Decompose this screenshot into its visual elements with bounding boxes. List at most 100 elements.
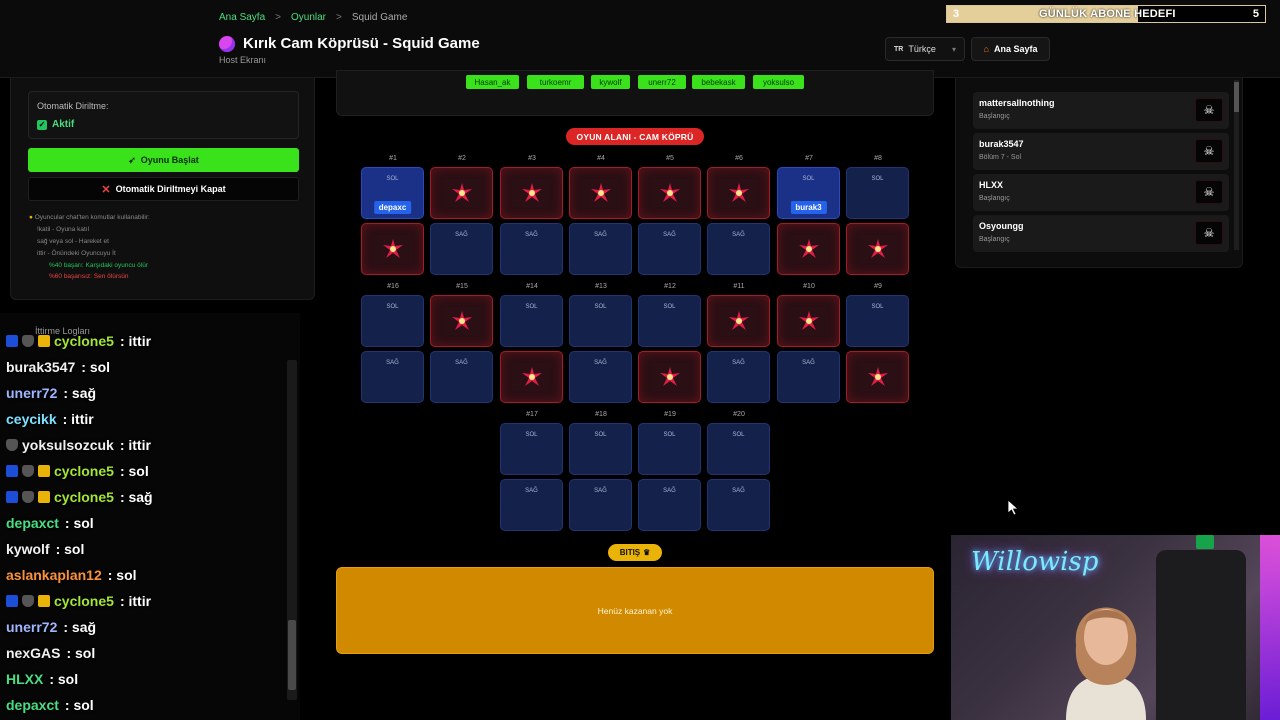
player-name: HLXX bbox=[979, 180, 1004, 190]
subscriber-goal-current: 3 bbox=[953, 8, 960, 20]
home-button[interactable]: ⌂ Ana Sayfa bbox=[971, 37, 1050, 61]
glass-tile-broken bbox=[707, 295, 770, 347]
tile-number: #9 bbox=[874, 283, 882, 290]
glass-tile: SOL burak3 bbox=[777, 167, 840, 219]
chat-username[interactable]: unerr72 bbox=[6, 619, 57, 635]
chat-username[interactable]: HLXX bbox=[6, 671, 43, 687]
disable-auto-revive-button[interactable]: ✕ Otomatik Diriltmeyi Kapat bbox=[28, 177, 299, 201]
tile-number: #20 bbox=[733, 411, 745, 418]
tile-side-label: SAĞ bbox=[732, 232, 745, 238]
tile-side-label: SOL bbox=[594, 304, 607, 310]
glass-tile-broken bbox=[777, 223, 840, 275]
lightbulb-icon: ● bbox=[29, 214, 33, 221]
tile-side-label: SOL bbox=[663, 432, 676, 438]
chat-username[interactable]: unerr72 bbox=[6, 385, 57, 401]
player-status: Başlangıç bbox=[979, 113, 1010, 120]
eliminate-player-button[interactable]: ☠ bbox=[1195, 139, 1223, 163]
eliminate-player-button[interactable]: ☠ bbox=[1195, 180, 1223, 204]
glass-tile: SOL bbox=[500, 295, 563, 347]
tile-side-label: SAĞ bbox=[732, 488, 745, 494]
chat-username[interactable]: yoksulsozcuk bbox=[22, 437, 114, 453]
auto-revive-box: Otomatik Diriltme: ✓ Aktif bbox=[28, 91, 299, 139]
chat-username[interactable]: cyclone5 bbox=[54, 593, 114, 609]
subscriber-goal-label: GÜNLÜK ABONE HEDEFI bbox=[1039, 8, 1176, 20]
chat-text: : ittir bbox=[119, 593, 152, 609]
chat-username[interactable]: burak3547 bbox=[6, 359, 75, 375]
glass-tile: SAĞ bbox=[638, 223, 701, 275]
breadcrumb-home-link[interactable]: Ana Sayfa bbox=[219, 12, 265, 23]
chat-text: : sol bbox=[66, 645, 96, 661]
shatter-icon bbox=[728, 183, 749, 203]
glass-tile: SOL bbox=[361, 295, 424, 347]
chat-text: : sağ bbox=[63, 385, 97, 401]
help-line: sağ veya sol - Hareket et bbox=[37, 238, 109, 245]
chat-username[interactable]: depaxct bbox=[6, 697, 59, 713]
chat-username[interactable]: nexGAS bbox=[6, 645, 60, 661]
chat-scrollbar-thumb[interactable] bbox=[288, 620, 296, 690]
shatter-icon bbox=[798, 239, 819, 259]
chat-overlay: İttirme Logları cyclone5: ittir burak3547… bbox=[0, 313, 300, 720]
glass-tile: SAĞ bbox=[707, 223, 770, 275]
queue-chip: unerr72 bbox=[638, 75, 686, 89]
glass-tile-broken bbox=[846, 223, 909, 275]
mouse-cursor-icon bbox=[1008, 500, 1020, 516]
shatter-icon bbox=[590, 183, 611, 203]
skull-icon: ☠ bbox=[1203, 226, 1215, 240]
checkbox-icon[interactable]: ✓ bbox=[37, 119, 47, 130]
chat-username[interactable]: cyclone5 bbox=[54, 463, 114, 479]
glass-tile: SAĞ bbox=[361, 351, 424, 403]
chat-text: : sol bbox=[55, 541, 85, 557]
chat-message: cyclone5: ittir bbox=[6, 333, 151, 349]
glass-tile: SOL depaxc bbox=[361, 167, 424, 219]
player-list-scrollbar[interactable] bbox=[1234, 80, 1239, 250]
chat-username[interactable]: depaxct bbox=[6, 515, 59, 531]
chat-message: nexGAS : sol bbox=[6, 645, 95, 661]
glass-tile: SAĞ bbox=[430, 351, 493, 403]
player-name: burak3547 bbox=[979, 139, 1024, 149]
player-status: Başlangıç bbox=[979, 195, 1010, 202]
command-help-title: ● Oyuncular chat'ten komutlar kullanabil… bbox=[29, 212, 299, 224]
winner-text: Henüz kazanan yok bbox=[597, 606, 673, 616]
chat-username[interactable]: cyclone5 bbox=[54, 333, 114, 349]
glass-tile-broken bbox=[430, 295, 493, 347]
glass-tile: SAĞ bbox=[707, 351, 770, 403]
player-list-scrollbar-thumb[interactable] bbox=[1234, 82, 1239, 112]
chat-username[interactable]: aslankaplan12 bbox=[6, 567, 102, 583]
eliminate-player-button[interactable]: ☠ bbox=[1195, 98, 1223, 122]
chat-text: : sol bbox=[49, 671, 79, 687]
chat-message: yoksulsozcuk: ittir bbox=[6, 437, 151, 453]
glass-tile: SAĞ bbox=[430, 223, 493, 275]
winner-box: Henüz kazanan yok bbox=[336, 567, 934, 654]
player-row: mattersallnothing Başlangıç ☠ bbox=[973, 92, 1229, 129]
flag-icon: TR bbox=[894, 45, 904, 53]
chat-username[interactable]: cyclone5 bbox=[54, 489, 114, 505]
queue-chip: bebekask bbox=[692, 75, 745, 89]
glass-tile: SAĞ bbox=[569, 351, 632, 403]
chat-username[interactable]: kywolf bbox=[6, 541, 50, 557]
auto-revive-label: Otomatik Diriltme: bbox=[37, 101, 109, 111]
chat-username[interactable]: ceycikk bbox=[6, 411, 57, 427]
squid-icon bbox=[219, 35, 235, 52]
game-area-title: OYUN ALANI - CAM KÖPRÜ bbox=[566, 128, 704, 145]
tile-side-label: SAĞ bbox=[663, 232, 676, 238]
player-marker: depaxc bbox=[373, 201, 412, 214]
chat-text: : sağ bbox=[119, 489, 153, 505]
glass-tile: SAĞ bbox=[569, 479, 632, 531]
help-line: ittir - Önündeki Oyuncuyu İt bbox=[37, 250, 116, 257]
rocket-icon: ➶ bbox=[128, 154, 136, 165]
player-marker: burak3 bbox=[790, 201, 827, 214]
chat-message: cyclone5: sol bbox=[6, 463, 149, 479]
shatter-icon bbox=[659, 183, 680, 203]
auto-revive-status: ✓ Aktif bbox=[37, 119, 74, 130]
home-icon: ⌂ bbox=[983, 44, 989, 54]
chat-text: : sol bbox=[64, 697, 94, 713]
breadcrumb-games-link[interactable]: Oyunlar bbox=[291, 12, 326, 23]
language-select[interactable]: TR Türkçe ▾ bbox=[885, 37, 965, 61]
chat-scrollbar[interactable] bbox=[287, 360, 297, 700]
eliminate-player-button[interactable]: ☠ bbox=[1195, 221, 1223, 245]
tile-side-label: SAĞ bbox=[525, 232, 538, 238]
tile-side-label: SOL bbox=[871, 176, 884, 182]
chat-text: : sağ bbox=[63, 619, 97, 635]
glass-tile: SOL bbox=[500, 423, 563, 475]
start-game-button[interactable]: ➶ Oyunu Başlat bbox=[28, 148, 299, 172]
